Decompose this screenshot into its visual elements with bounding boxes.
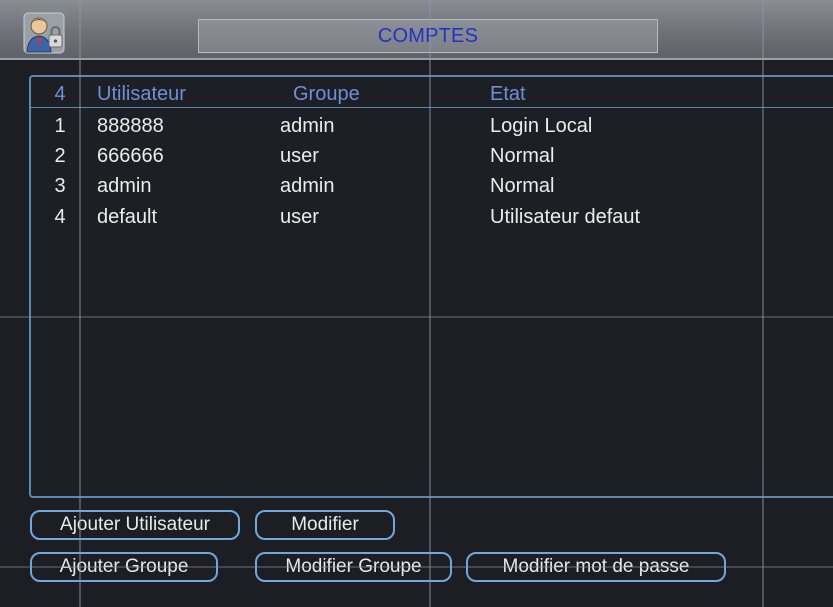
column-header-user[interactable]: Utilisateur bbox=[97, 83, 186, 105]
add-user-button[interactable]: Ajouter Utilisateur bbox=[30, 510, 240, 540]
group-cell: user bbox=[280, 145, 319, 167]
page-title: COMPTES bbox=[198, 19, 658, 53]
column-header-group[interactable]: Groupe bbox=[293, 83, 360, 105]
modify-button[interactable]: Modifier bbox=[255, 510, 395, 540]
overlay-line bbox=[0, 566, 833, 568]
user-cell: 888888 bbox=[97, 115, 164, 137]
overlay-line bbox=[0, 316, 833, 318]
accounts-window: COMPTES 4 Utilisateur Groupe Etat 1 8888… bbox=[0, 0, 833, 607]
overlay-line bbox=[79, 0, 81, 607]
overlay-line bbox=[762, 0, 764, 607]
state-cell: Normal bbox=[490, 145, 555, 167]
state-cell: Login Local bbox=[490, 115, 593, 137]
user-lock-icon bbox=[23, 12, 65, 54]
row-number: 2 bbox=[54, 145, 66, 167]
user-cell: admin bbox=[97, 175, 152, 197]
overlay-line bbox=[429, 0, 431, 607]
row-number: 3 bbox=[54, 175, 66, 197]
row-number: 1 bbox=[54, 115, 66, 137]
user-cell: 666666 bbox=[97, 145, 164, 167]
title-bar: COMPTES bbox=[0, 0, 833, 60]
header-divider bbox=[31, 107, 833, 108]
count-header: 4 bbox=[54, 83, 66, 105]
group-cell: admin bbox=[280, 115, 335, 137]
group-cell: admin bbox=[280, 175, 335, 197]
state-cell: Normal bbox=[490, 175, 555, 197]
user-cell: default bbox=[97, 206, 158, 228]
state-cell: Utilisateur defaut bbox=[490, 206, 641, 228]
accounts-table bbox=[29, 75, 833, 498]
row-number: 4 bbox=[54, 206, 66, 228]
group-cell: user bbox=[280, 206, 319, 228]
column-header-state[interactable]: Etat bbox=[490, 83, 526, 105]
